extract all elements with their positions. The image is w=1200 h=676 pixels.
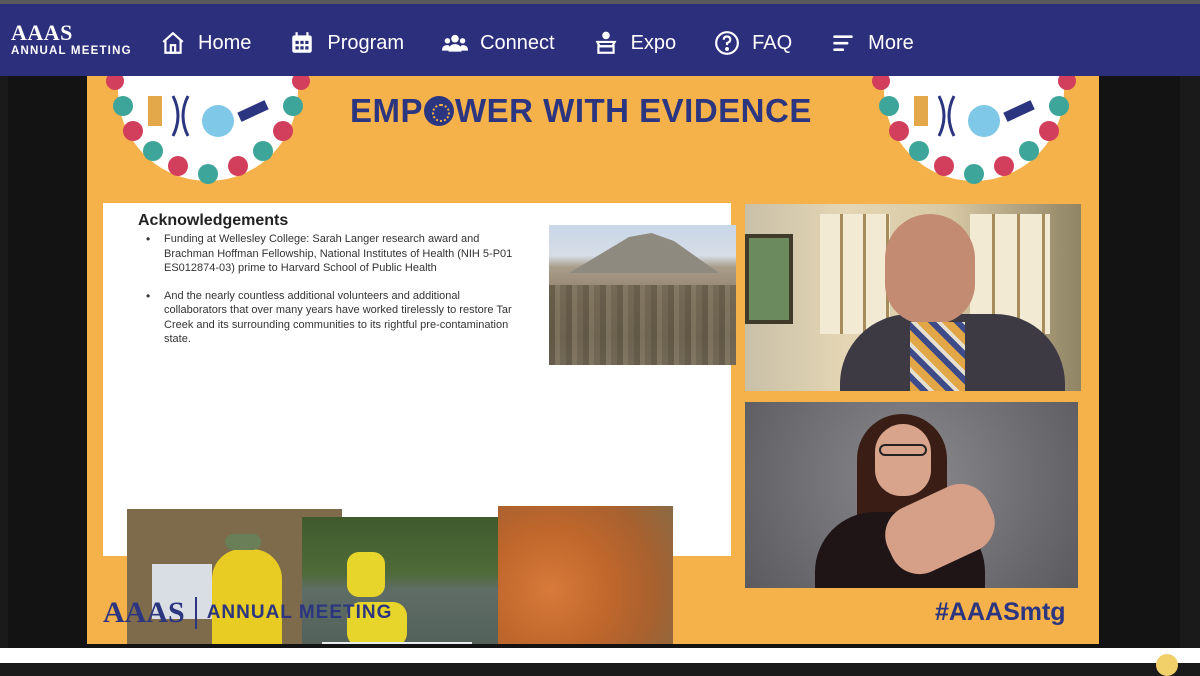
tar-creek-landscape-photo xyxy=(549,225,736,365)
nav-more-label: More xyxy=(868,31,914,54)
top-navigation-bar: AAAS ANNUAL MEETING Home Program Connect… xyxy=(0,0,1200,76)
logo-mark: AAAS xyxy=(11,20,73,45)
question-icon xyxy=(715,31,740,55)
footer-logo-mark: AAAS xyxy=(103,596,185,629)
nav-expo-label: Expo xyxy=(630,31,677,54)
footer-logo-divider xyxy=(194,597,197,629)
menu-icon xyxy=(833,35,853,52)
acknowledgements-list: Funding at Wellesley College: Sarah Lang… xyxy=(146,232,516,360)
booth-icon xyxy=(595,31,616,54)
acknowledgements-heading: Acknowledgements xyxy=(138,212,289,229)
globe-icon xyxy=(424,96,455,126)
nav-home[interactable]: Home xyxy=(160,30,251,56)
nav-faq[interactable]: FAQ xyxy=(714,30,792,56)
acknowledgement-item: Funding at Wellesley College: Sarah Lang… xyxy=(146,232,516,276)
nav-program[interactable]: Program xyxy=(289,30,404,56)
emoji-reaction-icon[interactable] xyxy=(1156,654,1178,676)
aaas-logo[interactable]: AAAS ANNUAL MEETING xyxy=(11,20,132,58)
contaminated-soil-photo xyxy=(498,506,673,644)
slide-hashtag: #AAASmtg xyxy=(935,598,1066,626)
nav-program-label: Program xyxy=(327,31,405,54)
nav-faq-label: FAQ xyxy=(752,31,793,54)
calendar-icon xyxy=(292,32,313,53)
acknowledgements-panel: Acknowledgements Funding at Wellesley Co… xyxy=(103,203,736,644)
people-icon xyxy=(442,34,469,52)
main-nav: Home Program Connect Expo FAQ More xyxy=(160,30,952,56)
logo-subtitle: ANNUAL MEETING xyxy=(11,45,132,57)
nav-connect-label: Connect xyxy=(480,31,555,54)
acknowledgement-item: And the nearly countless additional volu… xyxy=(146,289,516,347)
interpreter-video-feed[interactable] xyxy=(745,402,1078,588)
science-wreath-left-graphic xyxy=(106,76,310,184)
slide-title: EMP WER WITH EVIDENCE xyxy=(350,92,812,130)
speaker-video-feed[interactable] xyxy=(745,204,1081,391)
slide-title-part2: WER WITH EVIDENCE xyxy=(455,92,812,129)
nav-expo[interactable]: Expo xyxy=(593,30,677,56)
science-wreath-right-graphic xyxy=(872,76,1076,184)
footer-logo-text: ANNUAL MEETING xyxy=(206,602,393,623)
bottom-bar xyxy=(0,648,1200,676)
nav-home-label: Home xyxy=(198,31,252,54)
nav-connect[interactable]: Connect xyxy=(442,30,555,56)
slide-title-part1: EMP xyxy=(350,92,424,129)
nav-more[interactable]: More xyxy=(830,30,914,56)
slide-footer-logo: AAAS ANNUAL MEETING xyxy=(103,596,392,630)
home-icon xyxy=(162,31,184,54)
